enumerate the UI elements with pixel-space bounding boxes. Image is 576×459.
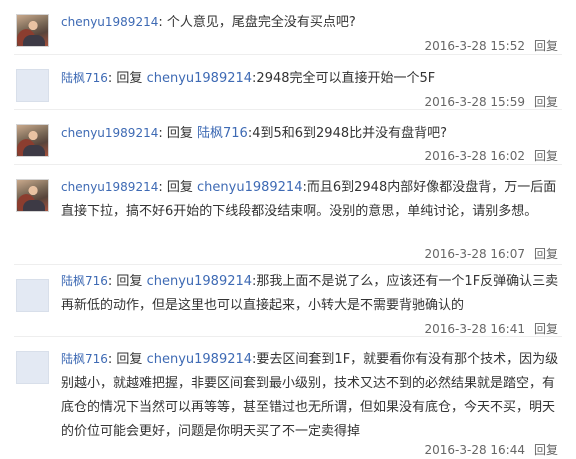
comment-text: 陆枫716: 回复 chenyu1989214:要去区间套到1F，就要看你有没有… <box>61 347 561 444</box>
comment-body: : <box>158 15 167 30</box>
comment-author-link[interactable]: 陆枫716 <box>61 274 108 288</box>
comment-text: chenyu1989214: 回复 chenyu1989214:而且6到2948… <box>61 175 561 224</box>
comment-meta: 2016-3-28 16:44 回复 <box>424 442 558 458</box>
comment-body: : <box>158 180 167 195</box>
default-avatar[interactable] <box>16 279 49 312</box>
reply-button[interactable]: 回复 <box>534 247 558 261</box>
comment-author-link[interactable]: chenyu1989214 <box>61 126 158 140</box>
comment-text: 陆枫716: 回复 chenyu1989214:那我上面不是说了么，应该还有一个… <box>61 269 561 318</box>
reply-word: 回复 <box>166 126 193 141</box>
reply-word: 回复 <box>166 180 193 195</box>
comment-timestamp: 2016-3-28 16:41 <box>424 322 525 336</box>
comment-divider <box>14 164 562 165</box>
comment-body: : <box>158 126 167 141</box>
reply-target-link[interactable]: 陆枫716 <box>197 126 248 141</box>
reply-button[interactable]: 回复 <box>534 322 558 336</box>
comment-text: chenyu1989214: 回复 陆枫716:4到5和6到2948比并没有盘背… <box>61 121 561 146</box>
default-avatar[interactable] <box>16 69 49 102</box>
reply-target-link[interactable]: chenyu1989214 <box>147 274 252 289</box>
user-avatar[interactable] <box>16 179 49 212</box>
reply-button[interactable]: 回复 <box>534 39 558 53</box>
reply-word: 回复 <box>116 352 143 367</box>
comment-author-link[interactable]: chenyu1989214 <box>61 15 158 29</box>
comment-timestamp: 2016-3-28 16:44 <box>424 443 525 457</box>
comment-meta: 2016-3-28 15:52 回复 <box>424 38 558 54</box>
comment-meta: 2016-3-28 16:07 回复 <box>424 246 558 262</box>
comment-text: 陆枫716: 回复 chenyu1989214:2948完全可以直接开始一个5F <box>61 66 561 91</box>
comment-divider <box>14 109 562 110</box>
comment-body: :2948完全可以直接开始一个5F <box>252 71 436 86</box>
comment-body: :4到5和6到2948比并没有盘背吧? <box>247 126 448 141</box>
comment-divider <box>14 54 562 55</box>
comment-divider <box>14 336 562 337</box>
comment-meta: 2016-3-28 16:41 回复 <box>424 321 558 337</box>
comment-body: 个人意见，尾盘完全没有买点吧? <box>166 15 356 30</box>
default-avatar[interactable] <box>16 351 49 384</box>
comment-divider <box>14 264 562 265</box>
comment-timestamp: 2016-3-28 16:02 <box>424 149 525 163</box>
reply-target-link[interactable]: chenyu1989214 <box>197 180 302 195</box>
user-avatar[interactable] <box>16 124 49 157</box>
reply-word: 回复 <box>116 71 143 86</box>
comment-author-link[interactable]: 陆枫716 <box>61 352 108 366</box>
comment-timestamp: 2016-3-28 15:59 <box>424 95 525 109</box>
comment-timestamp: 2016-3-28 15:52 <box>424 39 525 53</box>
comment-meta: 2016-3-28 15:59 回复 <box>424 94 558 110</box>
reply-target-link[interactable]: chenyu1989214 <box>147 71 252 86</box>
reply-button[interactable]: 回复 <box>534 443 558 457</box>
user-avatar[interactable] <box>16 14 49 47</box>
comment-meta: 2016-3-28 16:02 回复 <box>424 148 558 164</box>
reply-button[interactable]: 回复 <box>534 149 558 163</box>
comment-text: chenyu1989214: 个人意见，尾盘完全没有买点吧? <box>61 10 561 35</box>
reply-button[interactable]: 回复 <box>534 95 558 109</box>
reply-word: 回复 <box>116 274 143 289</box>
comment-author-link[interactable]: chenyu1989214 <box>61 180 158 194</box>
reply-target-link[interactable]: chenyu1989214 <box>147 352 252 367</box>
comment-author-link[interactable]: 陆枫716 <box>61 71 108 85</box>
comment-timestamp: 2016-3-28 16:07 <box>424 247 525 261</box>
